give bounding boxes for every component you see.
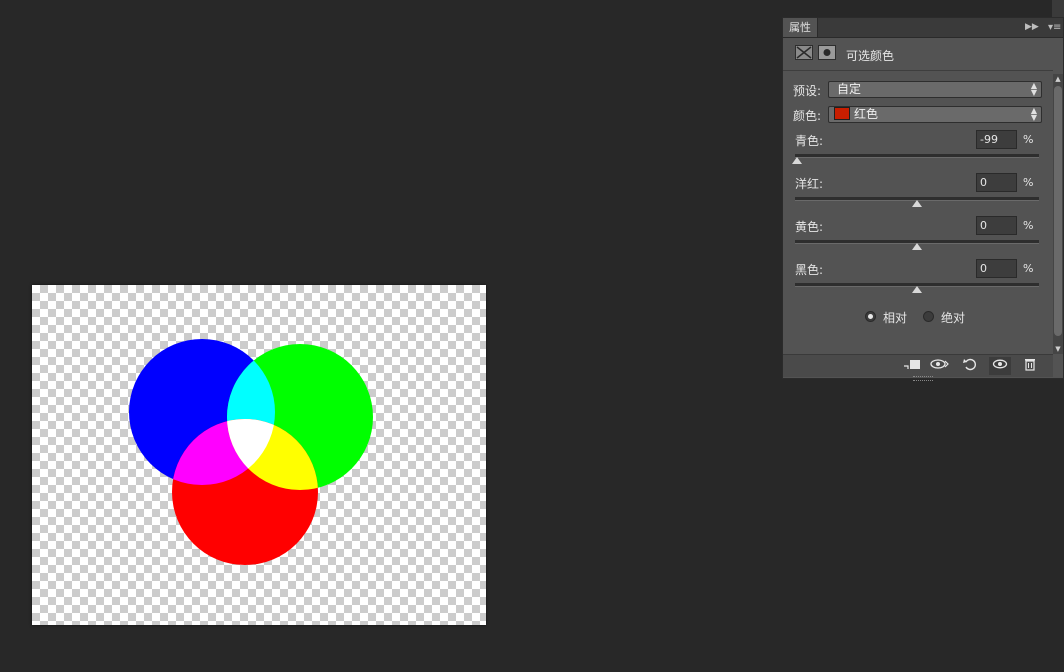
slider-label-black: 黑色: [795, 263, 824, 277]
black-slider-thumb[interactable] [912, 286, 922, 293]
preset-select[interactable]: 自定 ▲ ▼ [828, 81, 1042, 98]
yellow-slider-thumb[interactable] [912, 243, 922, 250]
scroll-thumb[interactable] [1054, 86, 1062, 336]
scroll-down-icon[interactable]: ▼ [1053, 344, 1063, 354]
panel-resize-grip[interactable] [913, 376, 933, 381]
black-value-field[interactable]: 0 [976, 259, 1017, 278]
select-arrows-icon: ▲ ▼ [1030, 106, 1037, 122]
preset-label: 预设: [793, 84, 822, 98]
collapse-panel-icon[interactable]: ▶▶ [1025, 18, 1039, 37]
properties-panel: 属性 ▶▶ ▾≡ 可选颜色 预设: 自定 ▲ ▼ 颜色: 红色 ▲ ▼ 青色: -9… [782, 17, 1064, 381]
panel-footer [783, 354, 1053, 377]
rgb-circles-artwork [129, 339, 373, 565]
yellow-value-field[interactable]: 0 [976, 216, 1017, 235]
clip-to-layer-icon[interactable] [901, 357, 923, 375]
black-unit: % [1023, 262, 1034, 275]
slider-label-magenta: 洋红: [795, 177, 824, 191]
trash-icon[interactable] [1019, 357, 1041, 375]
magenta-value-field[interactable]: 0 [976, 173, 1017, 192]
panel-scrollbar[interactable]: ▲ ▼ [1053, 74, 1063, 354]
adjustment-layer-icon[interactable] [795, 45, 813, 60]
yellow-slider-track[interactable] [795, 240, 1039, 250]
reset-icon[interactable] [959, 357, 981, 375]
cyan-value-field[interactable]: -99 [976, 130, 1017, 149]
panel-tab-bar: 属性 ▶▶ ▾≡ [783, 18, 1063, 38]
visibility-eye-icon[interactable] [989, 357, 1011, 375]
magenta-slider-thumb[interactable] [912, 200, 922, 207]
cyan-slider-track[interactable] [792, 154, 1039, 164]
yellow-unit: % [1023, 219, 1034, 232]
document-canvas[interactable] [32, 285, 486, 625]
panel-menu-icon[interactable]: ▾≡ [1048, 18, 1061, 37]
cyan-unit: % [1023, 133, 1034, 146]
select-arrows-icon: ▲ ▼ [1030, 81, 1037, 97]
relative-radio-label[interactable]: 相对 [883, 309, 907, 326]
slider-label-yellow: 黄色: [795, 220, 824, 234]
absolute-radio-label[interactable]: 绝对 [941, 309, 965, 326]
panel-header: 可选颜色 [783, 38, 1053, 71]
color-select[interactable]: 红色 ▲ ▼ [828, 106, 1042, 123]
color-swatch [834, 107, 850, 120]
tab-properties[interactable]: 属性 [783, 18, 818, 37]
view-previous-state-icon[interactable] [929, 357, 951, 375]
absolute-radio[interactable] [923, 311, 934, 322]
cyan-slider-thumb[interactable] [792, 157, 803, 164]
relative-radio[interactable] [865, 311, 876, 322]
scroll-up-icon[interactable]: ▲ [1053, 74, 1063, 84]
magenta-slider-track[interactable] [795, 197, 1039, 207]
adjustment-title: 可选颜色 [846, 49, 895, 63]
color-label: 颜色: [793, 109, 822, 123]
window-edge [1052, 0, 1064, 17]
preset-value: 自定 [837, 82, 862, 96]
slider-label-cyan: 青色: [795, 134, 824, 148]
color-value: 红色 [854, 107, 879, 121]
layer-mask-icon[interactable] [818, 45, 836, 60]
black-slider-track[interactable] [795, 283, 1039, 293]
magenta-unit: % [1023, 176, 1034, 189]
